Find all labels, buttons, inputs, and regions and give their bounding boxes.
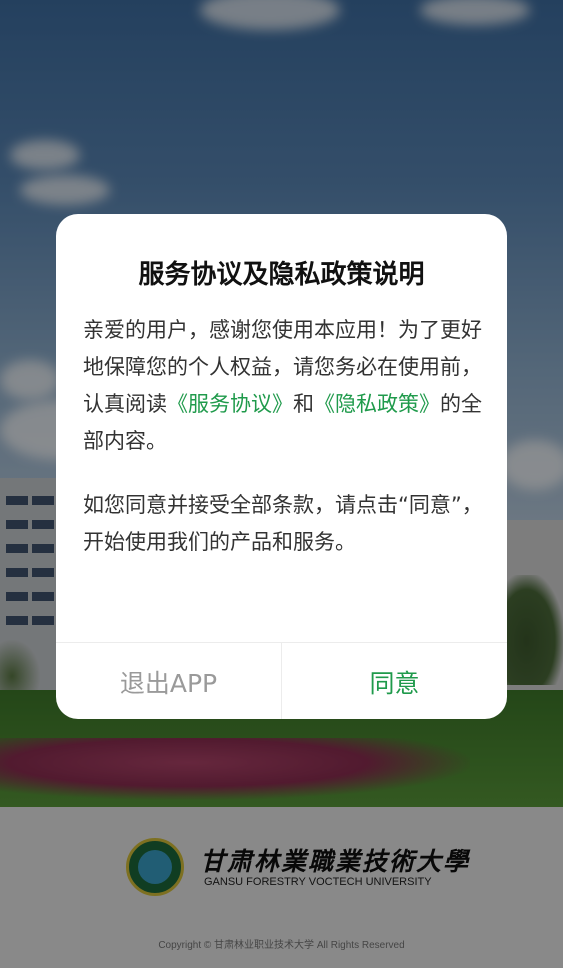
dialog-paragraph-2: 如您同意并接受全部条款，请点击“同意”，开始使用我们的产品和服务。	[83, 493, 483, 554]
para1-and: 和	[293, 392, 314, 416]
dialog-title: 服务协议及隐私政策说明	[138, 260, 425, 290]
privacy-agreement-dialog: 服务协议及隐私政策说明 亲爱的用户，感谢您使用本应用！为了更好地保障您的个人权益…	[56, 214, 507, 719]
dialog-actions: 退出APP 同意	[56, 642, 507, 719]
service-agreement-link[interactable]: 《服务协议》	[167, 392, 293, 416]
dialog-paragraph-1: 亲爱的用户，感谢您使用本应用！为了更好地保障您的个人权益，请您务必在使用前，认真…	[83, 312, 483, 460]
dialog-body: 亲爱的用户，感谢您使用本应用！为了更好地保障您的个人权益，请您务必在使用前，认真…	[83, 312, 483, 561]
exit-app-button[interactable]: 退出APP	[56, 643, 282, 719]
privacy-policy-link[interactable]: 《隐私政策》	[314, 392, 440, 416]
agree-button[interactable]: 同意	[282, 643, 507, 719]
